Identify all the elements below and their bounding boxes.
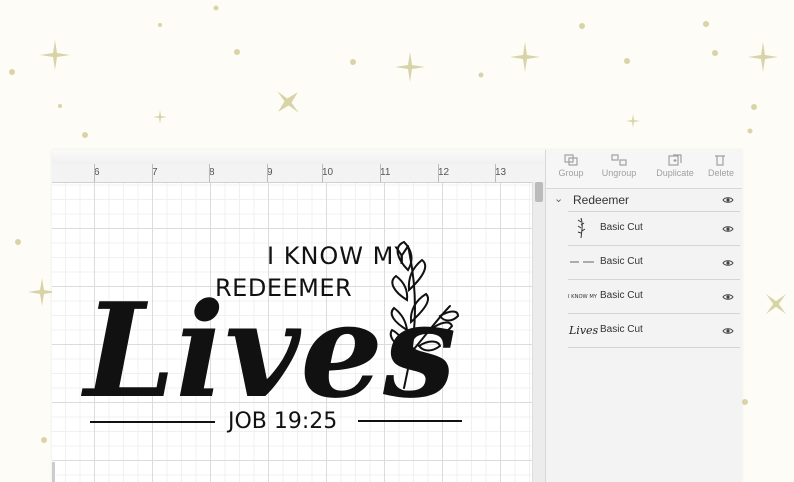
thumb-text: I KNOW MY	[568, 294, 598, 300]
trash-icon	[715, 155, 725, 166]
layer-item[interactable]: I KNOW MY Basic Cut	[568, 280, 740, 314]
design-line-1: I KNOW MY	[267, 242, 410, 270]
sparkle-icon	[766, 294, 786, 314]
eye-icon[interactable]	[722, 293, 734, 301]
eye-icon[interactable]	[722, 196, 734, 204]
layer-group-redeemer[interactable]: ⌄ Redeemer	[546, 188, 742, 212]
line-thumbnail-icon	[570, 261, 594, 263]
leaf-thumbnail-icon	[577, 217, 586, 239]
delete-button[interactable]: Delete	[708, 154, 742, 178]
design-canvas[interactable]: 6 7 8 9 10 11 12 13 I KNOW MY REDEEMER L…	[52, 150, 545, 482]
sparkle-icon	[40, 40, 70, 70]
redeemer-design[interactable]: I KNOW MY REDEEMER Lives JOB 19:25	[52, 150, 545, 482]
duplicate-label: Duplicate	[656, 168, 694, 178]
layer-item[interactable]: Lives Basic Cut	[568, 314, 740, 348]
ungroup-icon	[611, 154, 627, 166]
design-reference: JOB 19:25	[226, 409, 337, 434]
group-icon	[564, 154, 578, 166]
sparkle-icon	[277, 91, 299, 113]
delete-label: Delete	[708, 168, 735, 178]
design-script-word: Lives	[80, 274, 456, 427]
layer-item[interactable]: Basic Cut	[568, 246, 740, 280]
layers-toolbar: Group Ungroup Duplicate Delete	[546, 150, 742, 189]
duplicate-icon	[668, 154, 682, 166]
lives-thumbnail-icon: Lives	[568, 324, 598, 337]
eye-icon[interactable]	[722, 327, 734, 335]
sparkle-icon	[153, 110, 167, 124]
eye-icon[interactable]	[722, 225, 734, 233]
group-label: Group	[558, 168, 584, 178]
scroll-thumb[interactable]	[535, 182, 543, 202]
layer-item[interactable]: Basic Cut	[568, 212, 740, 246]
layer-label: Basic Cut	[600, 290, 643, 301]
text-thumbnail-icon: I KNOW MY	[568, 294, 598, 300]
ungroup-label: Ungroup	[601, 168, 637, 178]
layer-label: Basic Cut	[600, 256, 643, 267]
sparkle-icon	[748, 42, 778, 72]
eye-icon[interactable]	[722, 259, 734, 267]
thumb-text: Lives	[568, 324, 598, 337]
group-name: Redeemer	[573, 193, 630, 207]
design-space-window: 6 7 8 9 10 11 12 13 I KNOW MY REDEEMER L…	[52, 150, 742, 482]
vertical-scrollbar[interactable]	[532, 182, 545, 482]
sparkle-icon	[626, 114, 640, 128]
layer-label: Basic Cut	[600, 222, 643, 233]
duplicate-button[interactable]: Duplicate	[650, 154, 700, 178]
group-button[interactable]: Group	[546, 154, 596, 178]
sparkle-icon	[395, 52, 425, 82]
layers-panel: Group Ungroup Duplicate Delete ⌄ Redeeme…	[545, 150, 742, 482]
ungroup-button[interactable]: Ungroup	[594, 154, 644, 178]
chevron-down-icon[interactable]: ⌄	[554, 192, 563, 205]
canvas-edge-marker	[52, 462, 55, 482]
sparkle-icon	[510, 42, 540, 72]
layer-label: Basic Cut	[600, 324, 643, 335]
